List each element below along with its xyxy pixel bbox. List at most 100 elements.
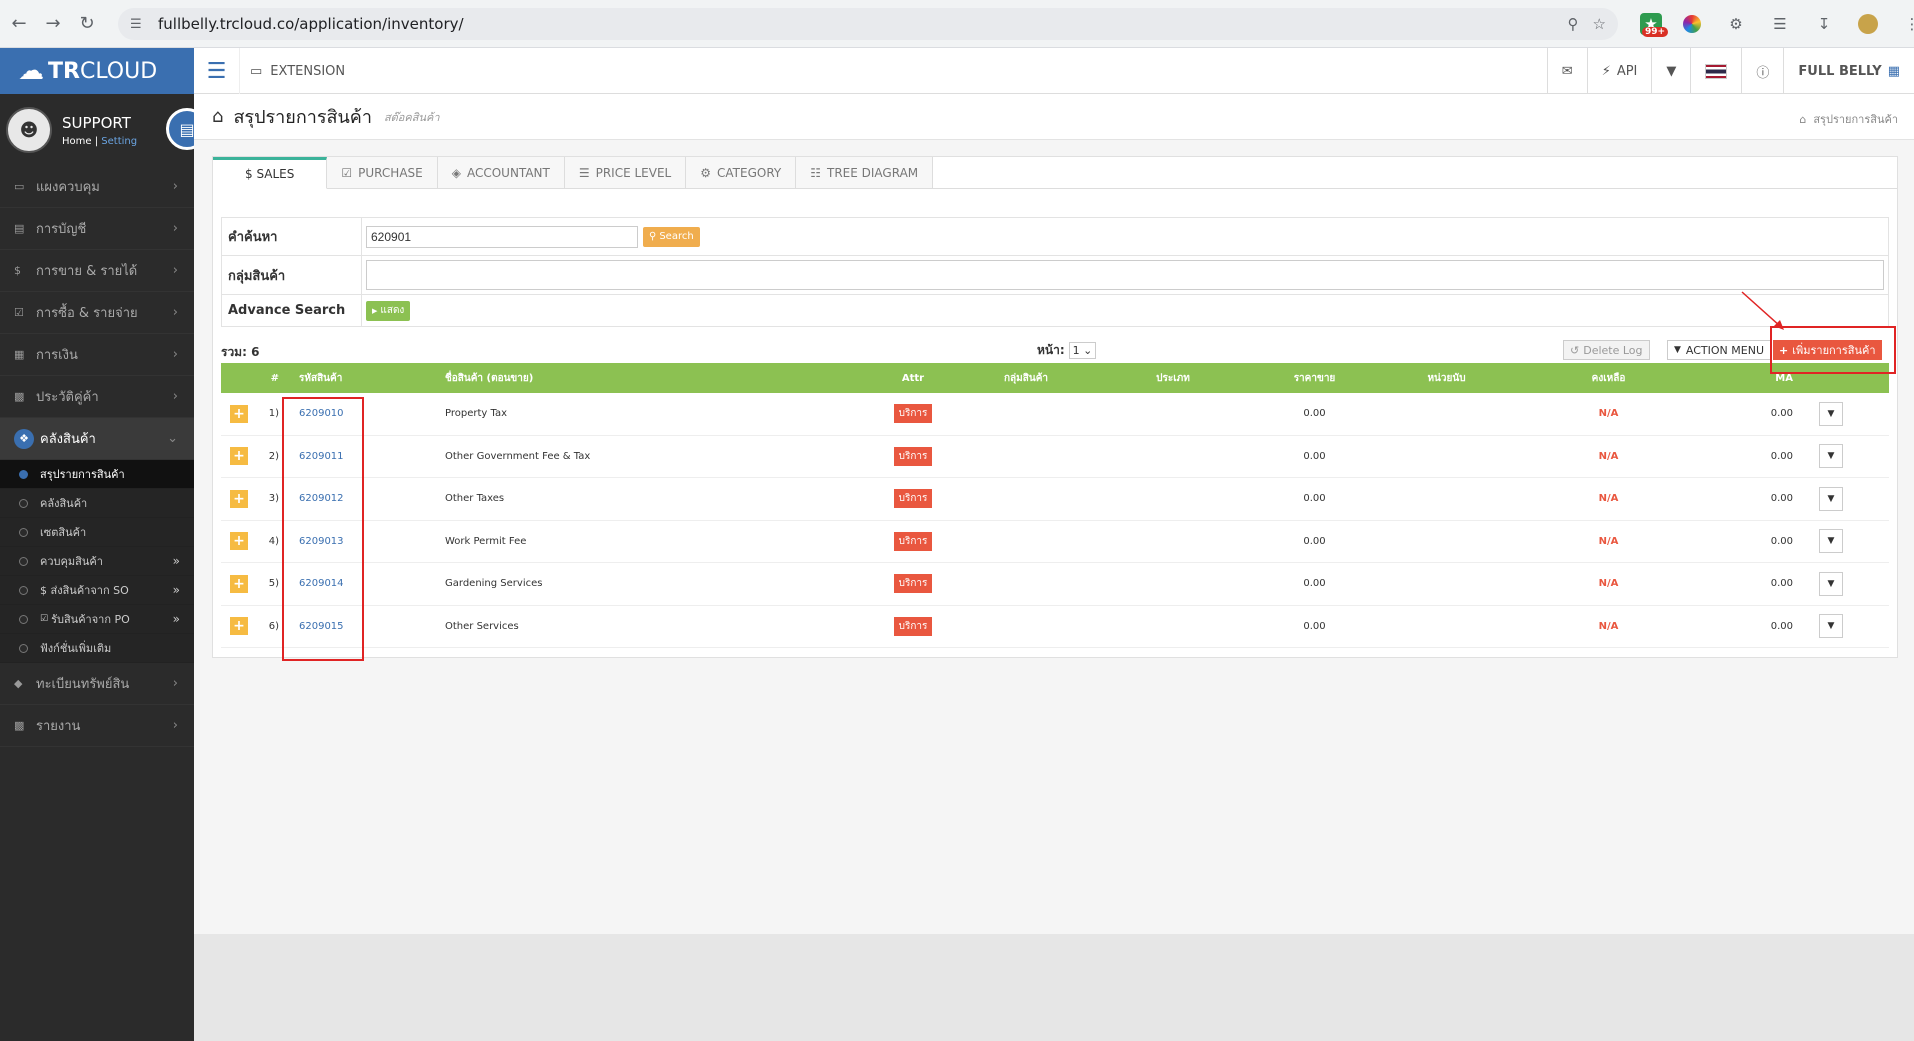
tab-tree-diagram[interactable]: ☷ TREE DIAGRAM xyxy=(796,157,934,189)
sidebar-subitem-product-summary[interactable]: สรุปรายการสินค้า xyxy=(0,460,194,489)
double-chevron-icon: » xyxy=(172,583,180,597)
annotation-arrow xyxy=(1741,291,1784,330)
dropdown-caret-icon[interactable]: ▼ xyxy=(1651,48,1690,94)
sidebar-item-sales[interactable]: $ การขาย & รายได้ › xyxy=(0,250,194,292)
expand-plus-button[interactable]: + xyxy=(230,404,248,423)
sidebar-subitem-receive-from-po[interactable]: ☑ รับสินค้าจาก PO» xyxy=(0,605,194,634)
media-queue-icon[interactable]: ☰ xyxy=(1766,10,1794,38)
advance-search-label: Advance Search xyxy=(222,295,362,326)
show-advance-button[interactable]: ▶ แสดง xyxy=(366,300,411,321)
language-flag-button[interactable] xyxy=(1690,48,1741,94)
sidebar-item-inventory[interactable]: ❖ คลังสินค้า ⌄ xyxy=(0,418,194,460)
hamburger-menu-icon[interactable]: ☰ xyxy=(194,48,240,94)
home-link[interactable]: Home xyxy=(62,136,92,147)
sidebar-item-purchase[interactable]: ☑ การซื้อ & รายจ่าย › xyxy=(0,292,194,334)
address-bar[interactable]: ☰ fullbelly.trcloud.co/application/inven… xyxy=(118,8,1618,40)
expand-plus-button[interactable]: + xyxy=(230,617,248,636)
breadcrumb: ⌂ สรุปรายการสินค้า xyxy=(1799,113,1898,126)
extensions-puzzle-icon[interactable]: ⚙ xyxy=(1722,10,1750,38)
delete-log-button[interactable]: ↺ Delete Log xyxy=(1563,340,1650,360)
sidebar-subitem-stock-control[interactable]: ควบคุมสินค้า» xyxy=(0,547,194,576)
color-picker-icon[interactable] xyxy=(1678,10,1706,38)
bookmark-star-icon[interactable]: ☆ xyxy=(1593,15,1606,33)
caret-right-icon: ▶ xyxy=(372,306,378,315)
tab-purchase[interactable]: ☑ PURCHASE xyxy=(327,157,438,189)
avatar[interactable]: ☻ xyxy=(6,107,52,153)
caret-down-icon: ▼ xyxy=(1827,451,1835,462)
expand-plus-button[interactable]: + xyxy=(230,574,248,593)
plug-icon: ⚡ xyxy=(1601,63,1611,79)
mail-icon[interactable]: ✉ xyxy=(1546,48,1587,94)
page-select[interactable]: 1 ⌄ xyxy=(1068,342,1097,359)
gear-icon: ⚙ xyxy=(700,165,712,180)
sidebar-subitem-product-set[interactable]: เซตสินค้า xyxy=(0,518,194,547)
api-button[interactable]: ⚡ API xyxy=(1586,48,1652,94)
sidebar-subitem-warehouse[interactable]: คลังสินค้า xyxy=(0,489,194,518)
sitemap-icon: ☷ xyxy=(810,165,821,180)
double-chevron-icon: » xyxy=(172,554,180,568)
stock-remaining: N/A xyxy=(1598,450,1619,462)
caret-down-icon: ▼ xyxy=(1827,493,1835,504)
download-icon[interactable]: ↧ xyxy=(1810,10,1838,38)
sidebar-subitem-extra-functions[interactable]: ฟังก์ชั่นเพิ่มเติม xyxy=(0,634,194,663)
page-subtitle: สต๊อคสินค้า xyxy=(383,110,440,124)
forward-icon[interactable]: → xyxy=(38,9,68,39)
extension-label: EXTENSION xyxy=(270,63,346,79)
company-switcher[interactable]: FULL BELLY ▦ xyxy=(1783,48,1914,94)
row-dropdown-button[interactable]: ▼ xyxy=(1819,401,1843,426)
sidebar-item-asset-register[interactable]: ◆ ทะเบียนทรัพย์สิน › xyxy=(0,663,194,705)
row-dropdown-button[interactable]: ▼ xyxy=(1819,529,1843,554)
row-number: 3) xyxy=(268,493,279,505)
trcloud-logo[interactable]: ☁ TR CLOUD xyxy=(0,48,194,94)
search-button[interactable]: ⚲ Search xyxy=(643,226,700,247)
back-icon[interactable]: ← xyxy=(4,9,34,39)
keyword-input[interactable] xyxy=(366,225,638,248)
sidebar-item-reports[interactable]: ▩ รายงาน › xyxy=(0,705,194,747)
sidebar-item-dashboard[interactable]: ▭ แผงควบคุม › xyxy=(0,166,194,208)
sidebar-item-finance[interactable]: ▦ การเงิน › xyxy=(0,334,194,376)
stock-remaining: N/A xyxy=(1598,535,1619,547)
row-dropdown-button[interactable]: ▼ xyxy=(1819,444,1843,469)
tab-accountant[interactable]: ◈ ACCOUNTANT xyxy=(437,157,565,189)
book-icon: ▤ xyxy=(14,222,25,235)
row-dropdown-button[interactable]: ▼ xyxy=(1819,486,1843,511)
ma-value: 0.00 xyxy=(1770,450,1793,462)
home-icon[interactable]: ⌂ xyxy=(212,106,223,127)
stock-remaining: N/A xyxy=(1598,578,1619,590)
row-dropdown-button[interactable]: ▼ xyxy=(1819,571,1843,596)
caret-down-icon: ▼ xyxy=(1827,621,1835,632)
action-menu-button[interactable]: ▼ ACTION MENU xyxy=(1667,340,1772,360)
search-icon: ⚲ xyxy=(649,231,657,242)
product-name: Gardening Services xyxy=(445,578,543,590)
chevron-right-icon: › xyxy=(172,263,178,278)
sidebar-subitem-ship-from-so[interactable]: $ ส่งสินค้าจาก SO» xyxy=(0,576,194,605)
zoom-icon[interactable]: ⚲ xyxy=(1568,15,1579,33)
expand-plus-button[interactable]: + xyxy=(230,447,248,466)
sidebar-item-contacts[interactable]: ▩ ประวัติคู่ค้า › xyxy=(0,376,194,418)
product-table: # รหัสสินค้า ชื่อสินค้า (ตอนขาย) Attr กล… xyxy=(221,363,1889,648)
tab-sales[interactable]: $ SALES xyxy=(213,157,328,189)
help-icon[interactable]: ⓘ xyxy=(1741,48,1783,94)
home-icon[interactable]: ⌂ xyxy=(1799,113,1806,126)
reload-icon[interactable]: ↻ xyxy=(72,9,102,39)
product-name: Other Taxes xyxy=(445,493,505,505)
chevron-right-icon: › xyxy=(172,347,178,362)
tab-price-level[interactable]: ☰ PRICE LEVEL xyxy=(564,157,687,189)
chevron-right-icon: › xyxy=(172,305,178,320)
table-row: +4) 6209013 Work Permit Fee บริการ 0.00 N/A 0.… xyxy=(221,521,1889,563)
sidebar-item-accounting[interactable]: ▤ การบัญชี › xyxy=(0,208,194,250)
profile-avatar-icon[interactable] xyxy=(1854,10,1882,38)
tab-category[interactable]: ⚙ CATEGORY xyxy=(686,157,797,189)
setting-link[interactable]: Setting xyxy=(101,136,137,147)
row-dropdown-button[interactable]: ▼ xyxy=(1819,614,1843,639)
cart-icon: ☑ xyxy=(14,306,24,319)
product-group-input[interactable] xyxy=(366,260,1884,290)
extension-badge-icon[interactable]: ★ 99+ xyxy=(1640,13,1669,37)
site-settings-icon[interactable]: ☰ xyxy=(130,17,148,32)
row-number: 5) xyxy=(268,578,279,590)
building-icon: ▦ xyxy=(1887,63,1900,79)
expand-plus-button[interactable]: + xyxy=(230,489,248,508)
browser-menu-icon[interactable]: ⋮ xyxy=(1898,10,1914,38)
extension-menu[interactable]: ▭ EXTENSION xyxy=(250,48,345,94)
expand-plus-button[interactable]: + xyxy=(230,532,248,551)
